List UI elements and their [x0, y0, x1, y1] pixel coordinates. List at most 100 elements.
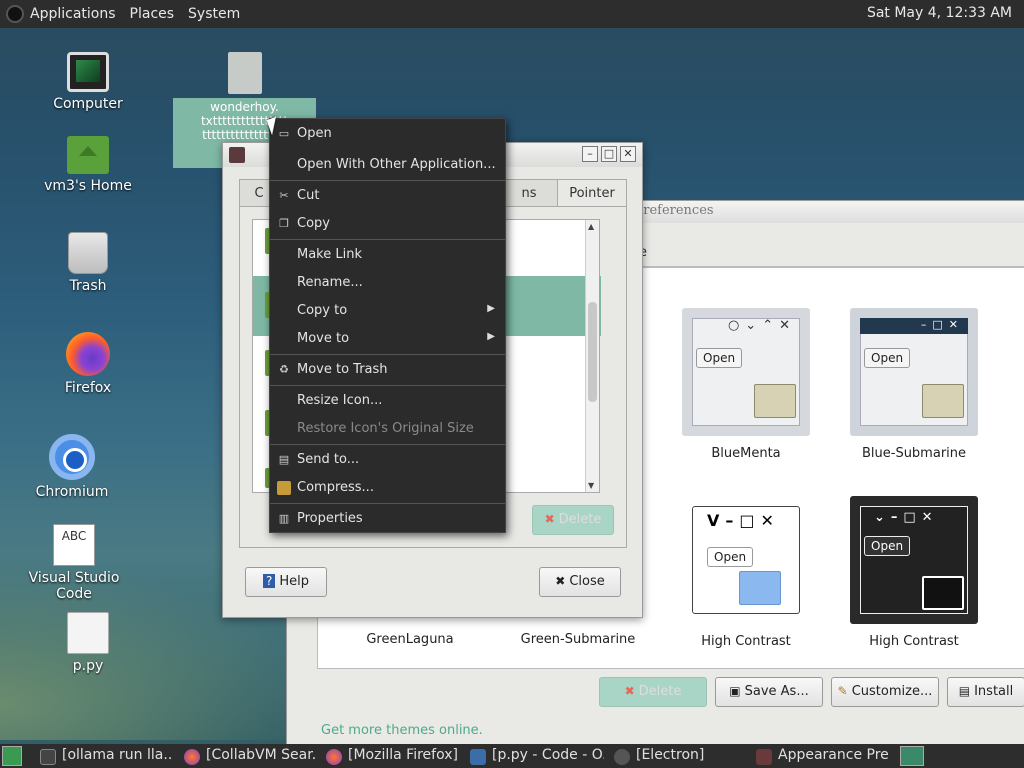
menu-separator: [270, 180, 505, 181]
menu-label: Copy to: [297, 303, 348, 318]
scroll-up-icon[interactable]: ▲: [588, 222, 594, 231]
desktop-icon-trash[interactable]: Trash: [28, 232, 148, 294]
distro-logo-icon[interactable]: [6, 5, 24, 23]
customize-icon: ✎: [837, 684, 848, 698]
properties-icon: ▥: [278, 512, 290, 525]
folder-icon: [754, 384, 796, 418]
computer-icon: [67, 52, 109, 92]
help-button[interactable]: ? Help: [245, 567, 327, 597]
desktop-icon-firefox[interactable]: Firefox: [28, 332, 148, 396]
scrollbar-thumb[interactable]: [588, 302, 597, 402]
close-button[interactable]: ✖ Close: [539, 567, 621, 597]
theme-name: BlueMenta: [711, 446, 781, 461]
desktop-icon-computer[interactable]: Computer: [28, 52, 148, 112]
menu-item-move-to-trash[interactable]: ♻ Move to Trash: [270, 357, 505, 383]
task-electron[interactable]: [Electron]: [614, 747, 746, 767]
scroll-down-icon[interactable]: ▼: [588, 481, 594, 490]
workspace-switcher-icon[interactable]: [900, 746, 924, 766]
task-label: [p.py - Code - O...: [492, 747, 604, 763]
maximize-icon[interactable]: □: [601, 146, 617, 162]
desktop-icon-label: Visual Studio Code: [28, 570, 120, 602]
desktop-icon-chromium[interactable]: Chromium: [12, 434, 132, 500]
menu-item-make-link[interactable]: Make Link: [270, 242, 505, 268]
theme-green-submarine[interactable]: Green-Submarine: [508, 632, 648, 647]
menu-item-properties[interactable]: ▥ Properties: [270, 506, 505, 532]
copy-icon: ❐: [279, 217, 289, 230]
menu-label: Open: [297, 126, 332, 141]
desktop-icon-label: Computer: [53, 96, 123, 112]
menu-system[interactable]: System: [188, 6, 240, 22]
theme-thumbnail: –□✕ Open: [850, 308, 978, 436]
menu-item-resize-icon[interactable]: Resize Icon...: [270, 388, 505, 414]
desktop-icon-vscode[interactable]: ABC Visual Studio Code: [14, 524, 134, 602]
minimize-icon[interactable]: –: [582, 146, 598, 162]
install-button[interactable]: ▤ Install: [947, 677, 1024, 707]
theme-high-contrast-inverse[interactable]: ⌄–□✕ Open High Contrast: [844, 496, 984, 649]
thumb-open-button: Open: [864, 348, 911, 368]
task-collabvm[interactable]: [CollabVM Sear...: [184, 747, 316, 767]
theme-name: Blue-Submarine: [861, 446, 967, 461]
theme-delete-button[interactable]: ✖ Delete: [599, 677, 707, 707]
menu-separator: [270, 503, 505, 504]
menu-item-open-with[interactable]: Open With Other Application...: [270, 152, 505, 178]
desktop-icon-home[interactable]: vm3's Home: [28, 136, 148, 194]
appearance-icon: [756, 749, 772, 765]
theme-thumbnail: V–□✕ Open: [692, 506, 800, 614]
get-more-themes-link[interactable]: Get more themes online.: [321, 723, 483, 738]
task-ollama[interactable]: [ollama run lla...: [40, 747, 172, 767]
folder-icon: [739, 571, 781, 605]
close-icon[interactable]: ✕: [620, 146, 636, 162]
firefox-icon: [326, 749, 342, 765]
desktop-icon-ppy[interactable]: p.py: [28, 612, 148, 674]
button-label: Save As...: [744, 684, 809, 699]
theme-thumbnail: ○⌄⌃✕ Open: [682, 308, 810, 436]
menu-item-restore-icon-size[interactable]: Restore Icon's Original Size: [270, 416, 505, 442]
help-icon: ?: [262, 574, 276, 588]
save-as-button[interactable]: ▣ Save As...: [715, 677, 823, 707]
top-panel: Applications Places System ⋮ Sat May 4, …: [0, 0, 1024, 28]
button-label: Customize...: [851, 684, 933, 699]
button-label: Help: [279, 574, 309, 589]
list-scrollbar[interactable]: ▲ ▼: [585, 220, 599, 492]
menu-separator: [270, 239, 505, 240]
button-label: Delete: [558, 512, 602, 527]
menu-label: Make Link: [297, 247, 362, 262]
dialog-delete-button[interactable]: ✖ Delete: [532, 505, 614, 535]
tab-pointer[interactable]: Pointer: [557, 179, 627, 207]
window-controls-icon: V–□✕: [707, 511, 780, 530]
menu-item-compress[interactable]: Compress...: [270, 475, 505, 501]
file-icon: [67, 612, 109, 654]
menu-places[interactable]: Places: [130, 6, 175, 22]
task-appearance[interactable]: Appearance Pre...: [756, 747, 888, 767]
submenu-arrow-icon: ▶: [487, 303, 495, 314]
task-label: [Electron]: [636, 747, 705, 763]
theme-high-contrast[interactable]: V–□✕ Open High Contrast: [676, 496, 816, 649]
electron-icon: [614, 749, 630, 765]
theme-name: Green-Submarine: [520, 632, 636, 647]
customize-button[interactable]: ✎ Customize...: [831, 677, 939, 707]
menu-item-rename[interactable]: Rename...: [270, 270, 505, 296]
folder-icon: [922, 384, 964, 418]
vscode-icon: [470, 749, 486, 765]
task-firefox[interactable]: [Mozilla Firefox]: [326, 747, 458, 767]
theme-bluementa[interactable]: ○⌄⌃✕ Open BlueMenta: [676, 308, 816, 461]
task-vscode[interactable]: [p.py - Code - O...: [470, 747, 604, 767]
submenu-arrow-icon: ▶: [487, 331, 495, 342]
menu-item-copy[interactable]: ❐ Copy: [270, 211, 505, 237]
tab-icons[interactable]: ns: [499, 179, 559, 207]
menu-item-copy-to[interactable]: Copy to ▶: [270, 298, 505, 324]
menu-item-move-to[interactable]: Move to ▶: [270, 326, 505, 352]
menu-item-open[interactable]: ▭ Open: [270, 121, 505, 147]
menu-item-send-to[interactable]: ▤ Send to...: [270, 447, 505, 473]
theme-blue-submarine[interactable]: –□✕ Open Blue-Submarine: [844, 308, 984, 461]
menu-item-cut[interactable]: ✂ Cut: [270, 183, 505, 209]
panel-clock[interactable]: Sat May 4, 12:33 AM: [867, 5, 1012, 21]
button-label: Delete: [638, 684, 682, 699]
app-icon: [229, 147, 245, 163]
show-desktop-icon[interactable]: [2, 746, 22, 766]
menu-label: Rename...: [297, 275, 363, 290]
task-label: [ollama run lla...: [62, 747, 172, 763]
theme-greenlaguna[interactable]: GreenLaguna: [340, 632, 480, 647]
task-label: [CollabVM Sear...: [206, 747, 316, 763]
menu-applications[interactable]: Applications: [30, 6, 116, 22]
